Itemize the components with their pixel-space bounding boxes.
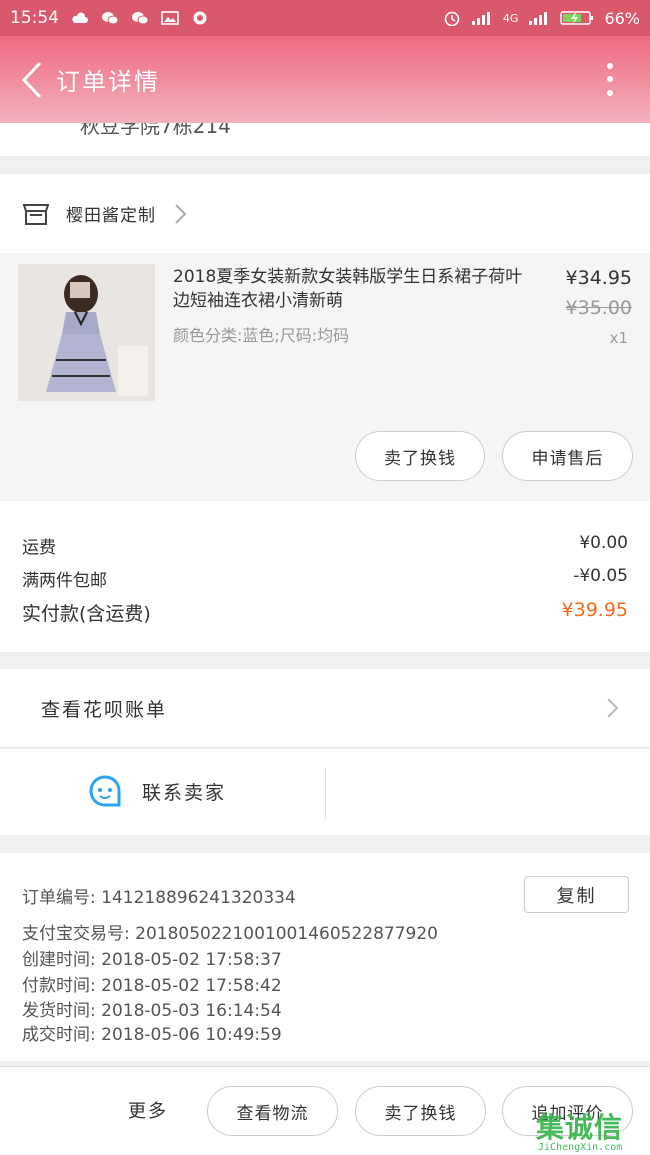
shipping-label: 运费 (22, 538, 56, 558)
paid-time: 付款时间: 2018-05-02 17:58:42 (22, 976, 282, 996)
chevron-right-icon (607, 698, 619, 718)
shipping-row: 运费 ¥0.00 (22, 533, 628, 558)
status-bar: 15:54 4G 66% (0, 0, 650, 36)
item-spec: 颜色分类:蓝色;尺码:均码 (173, 326, 350, 345)
alarm-icon (444, 11, 460, 26)
cloud-icon (72, 12, 88, 23)
item-quantity: x1 (609, 329, 628, 347)
shop-name: 樱田酱定制 (66, 206, 156, 226)
divider (325, 767, 326, 819)
address-section: 秋豆学院7栋214 (0, 123, 650, 156)
total-label: 实付款(含运费) (22, 603, 151, 625)
alipay-transaction-number: 支付宝交易号: 2018050221001001460522877920 (22, 924, 438, 944)
product-thumbnail[interactable] (18, 264, 155, 401)
battery-level: 66% (604, 8, 640, 28)
shipped-time: 发货时间: 2018-05-03 16:14:54 (22, 1001, 282, 1021)
watermark-logo: 集诚信 (536, 1111, 624, 1144)
shipping-value: ¥0.00 (579, 533, 628, 553)
huabei-bill-row[interactable]: 查看花呗账单 (0, 669, 650, 748)
contact-section: 联系卖家 (0, 749, 650, 835)
app-q-icon (193, 11, 207, 25)
discount-value: -¥0.05 (573, 566, 628, 586)
total-row: 实付款(含运费) ¥39.95 (22, 599, 628, 626)
back-icon[interactable] (12, 60, 52, 100)
order-number: 订单编号: 141218896241320334 (22, 888, 296, 908)
image-icon (161, 11, 179, 25)
network-type: 4G (502, 11, 519, 25)
battery-charging-icon (560, 11, 594, 25)
more-menu-icon[interactable] (600, 60, 620, 100)
copy-button[interactable]: 复制 (524, 876, 629, 913)
wechat-icon (102, 12, 119, 25)
watermark: 集诚信 JiChengXin.com (530, 1100, 650, 1155)
view-logistics-button[interactable]: 查看物流 (207, 1086, 338, 1136)
item-original-price: ¥35.00 (565, 297, 632, 319)
created-time: 创建时间: 2018-05-02 17:58:37 (22, 950, 282, 970)
item-price: ¥34.95 (565, 267, 632, 289)
order-item: 2018夏季女装新款女装韩版学生日系裙子荷叶边短袖连衣裙小清新萌 颜色分类:蓝色… (0, 253, 650, 501)
status-time: 15:54 (10, 8, 59, 28)
resell-button[interactable]: 卖了换钱 (355, 1086, 486, 1136)
more-button[interactable]: 更多 (128, 1097, 168, 1123)
contact-seller-button[interactable]: 联系卖家 (88, 774, 226, 808)
total-value: ¥39.95 (561, 599, 628, 621)
completed-time: 成交时间: 2018-05-06 10:49:59 (22, 1025, 282, 1045)
shop-icon (22, 203, 50, 225)
watermark-url: JiChengXin.com (538, 1142, 623, 1153)
contact-seller-label: 联系卖家 (142, 781, 227, 804)
page-title: 订单详情 (56, 68, 160, 96)
nav-bar: 订单详情 (0, 36, 650, 123)
fee-summary: 运费 ¥0.00 满两件包邮 -¥0.05 实付款(含运费) ¥39.95 (0, 501, 650, 652)
discount-row: 满两件包邮 -¥0.05 (22, 566, 628, 591)
after-sales-button[interactable]: 申请售后 (502, 431, 633, 481)
shop-row[interactable]: 樱田酱定制 (0, 174, 650, 253)
order-info: 订单编号: 141218896241320334 复制 支付宝交易号: 2018… (0, 853, 650, 1061)
address-text: 秋豆学院7栋214 (80, 123, 231, 138)
discount-label: 满两件包邮 (22, 571, 107, 591)
item-title[interactable]: 2018夏季女装新款女装韩版学生日系裙子荷叶边短袖连衣裙小清新萌 (173, 265, 538, 313)
chevron-right-icon (175, 203, 187, 224)
wechat-icon (132, 12, 149, 25)
resell-button[interactable]: 卖了换钱 (355, 431, 485, 481)
chat-bubble-icon (89, 775, 121, 807)
signal-icon (471, 12, 490, 25)
signal-icon (529, 12, 548, 25)
huabei-label: 查看花呗账单 (41, 698, 168, 721)
